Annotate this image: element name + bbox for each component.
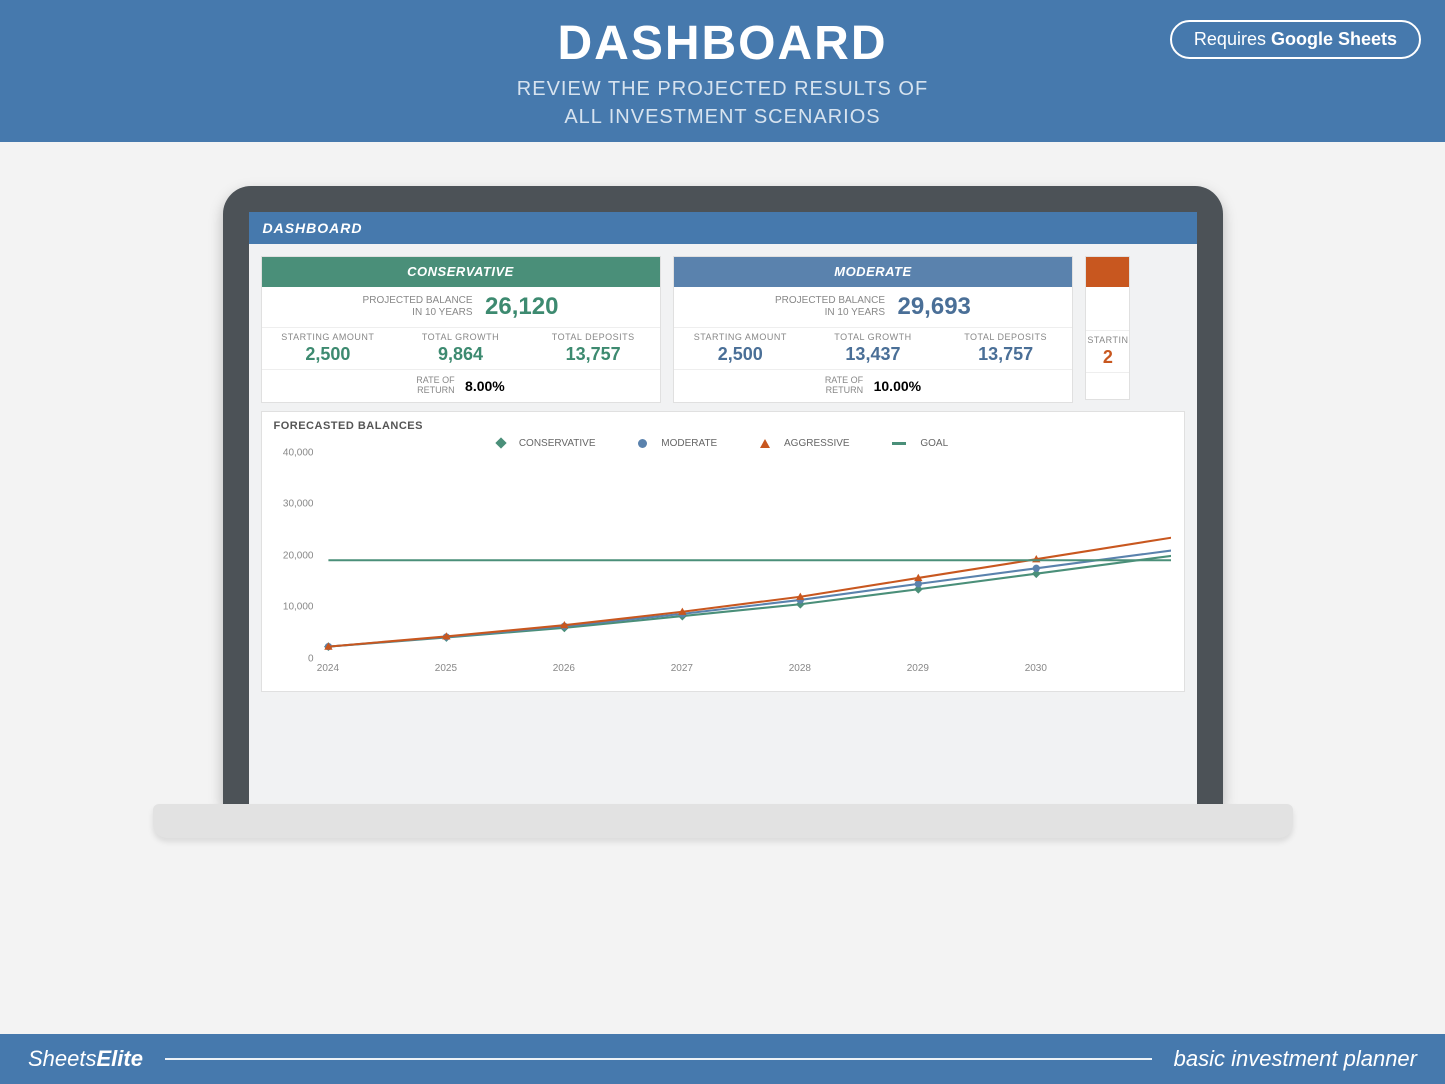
banner-subtitle: REVIEW THE PROJECTED RESULTS OF ALL INVE… — [0, 75, 1445, 131]
scenario-title — [1086, 257, 1129, 287]
chart-legend: CONSERVATIVE MODERATE AGGRESSIVE GOAL — [274, 438, 1172, 449]
scenario-card-conservative: CONSERVATIVE PROJECTED BALANCEIN 10 YEAR… — [261, 256, 661, 403]
laptop-mockup: DASHBOARD CONSERVATIVE PROJECTED BALANCE… — [223, 186, 1223, 838]
triangle-icon — [760, 439, 770, 448]
scenario-title: CONSERVATIVE — [262, 257, 660, 287]
laptop-screen: DASHBOARD CONSERVATIVE PROJECTED BALANCE… — [249, 212, 1197, 804]
line-icon — [892, 442, 906, 445]
scenario-card-aggressive-partial: STARTIN2 — [1085, 256, 1130, 400]
chart-panel: FORECASTED BALANCES CONSERVATIVE MODERAT… — [261, 411, 1185, 692]
chart-title: FORECASTED BALANCES — [274, 420, 1172, 432]
chart-plot — [318, 453, 1172, 668]
y-axis-labels: 010,00020,00030,00040,000 — [274, 453, 314, 659]
projected-value: 29,693 — [897, 293, 970, 321]
projected-value: 26,120 — [485, 293, 558, 321]
brand: SheetsElite — [28, 1046, 143, 1072]
x-axis-labels: 2024202520262027202820292030 — [318, 663, 1172, 683]
projected-row: PROJECTED BALANCEIN 10 YEARS 26,120 — [262, 287, 660, 328]
dashboard-header: DASHBOARD — [249, 212, 1197, 244]
requires-badge: Requires Google Sheets — [1170, 20, 1421, 59]
scenario-card-moderate: MODERATE PROJECTED BALANCEIN 10 YEARS 29… — [673, 256, 1073, 403]
laptop-screen-frame: DASHBOARD CONSERVATIVE PROJECTED BALANCE… — [223, 186, 1223, 804]
product-name: basic investment planner — [1174, 1046, 1417, 1072]
divider-line — [165, 1058, 1152, 1060]
dashboard-body: CONSERVATIVE PROJECTED BALANCEIN 10 YEAR… — [249, 244, 1197, 403]
stage: DASHBOARD CONSERVATIVE PROJECTED BALANCE… — [0, 142, 1445, 1034]
chart-area: 010,00020,00030,00040,000 20242025202620… — [318, 453, 1172, 683]
scenario-title: MODERATE — [674, 257, 1072, 287]
diamond-icon — [495, 437, 506, 448]
laptop-base — [153, 804, 1293, 838]
promo-banner: DASHBOARD REVIEW THE PROJECTED RESULTS O… — [0, 0, 1445, 142]
promo-footer: SheetsElite basic investment planner — [0, 1034, 1445, 1084]
circle-icon — [638, 439, 647, 448]
